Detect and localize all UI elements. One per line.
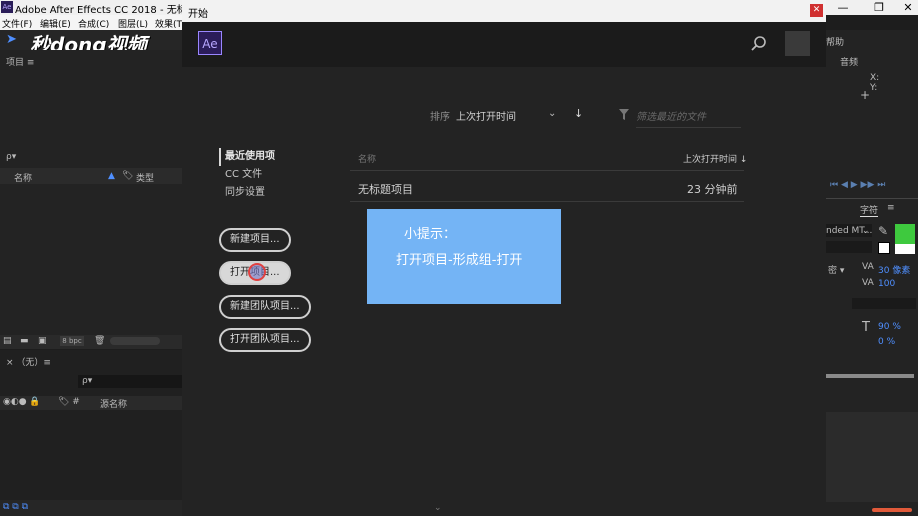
- eyedropper-icon[interactable]: ✎: [878, 224, 888, 238]
- tip-body: 打开项目-形成组-打开: [396, 253, 523, 268]
- recent-file-name[interactable]: 无标题项目: [358, 181, 413, 197]
- timeline-col-source-name[interactable]: 源名称: [100, 397, 127, 410]
- crosshair-icon: +: [860, 88, 871, 102]
- sort-arrow-icon: ↓: [739, 155, 748, 165]
- timeline-tab[interactable]: × （无）≡: [6, 355, 51, 368]
- search-icon[interactable]: [750, 35, 768, 53]
- info-x: X:: [870, 73, 880, 83]
- recent-file-time: 23 分钟前: [687, 183, 738, 196]
- tracking-value[interactable]: 30 像素: [878, 263, 910, 276]
- col-time-header[interactable]: 上次打开时间 ↓: [683, 152, 747, 165]
- timeline-footer-icons[interactable]: ⧉ ⧉ ⧉: [3, 502, 28, 512]
- folder-icon[interactable]: ▬: [20, 336, 29, 346]
- tag-icon[interactable]: 🏷: [122, 171, 133, 181]
- ae-logo: Ae: [198, 31, 222, 55]
- sort-select[interactable]: 上次打开时间: [456, 108, 516, 123]
- character-tab[interactable]: 字符: [860, 203, 879, 217]
- minimize-button[interactable]: —: [828, 0, 858, 15]
- stroke-color-swatch[interactable]: [895, 244, 915, 254]
- tip-overlay: 小提示： 打开项目-形成组-打开: [367, 209, 561, 304]
- zoom-slider[interactable]: [872, 508, 912, 512]
- sort-up-icon[interactable]: ▲: [108, 171, 115, 181]
- vertical-scale-value[interactable]: 90 %: [878, 322, 901, 332]
- dialog-nav: 最近使用项 CC 文件 同步设置: [219, 148, 275, 202]
- audio-panel-tab[interactable]: 音频: [840, 55, 858, 68]
- dialog-title: 开始: [188, 9, 208, 20]
- font-style-select[interactable]: [826, 241, 872, 253]
- fill-color-swatch[interactable]: [895, 224, 915, 244]
- dialog-close-button[interactable]: ✕: [810, 4, 823, 17]
- new-team-project-button[interactable]: 新建团队项目...: [219, 295, 311, 319]
- nav-sync-settings[interactable]: 同步设置: [219, 184, 275, 202]
- project-panel-title: 项目 ≡: [6, 58, 35, 68]
- right-scrollbar[interactable]: [826, 374, 914, 378]
- col-name-header[interactable]: 名称: [358, 152, 376, 165]
- selection-tool-icon[interactable]: ➤: [6, 32, 17, 47]
- menu-help[interactable]: 帮助: [826, 35, 844, 48]
- chevron-down-icon[interactable]: ⌄: [434, 503, 442, 513]
- tsume-value[interactable]: 0 %: [878, 337, 895, 347]
- tip-title: 小提示：: [404, 227, 457, 242]
- white-swatch[interactable]: [878, 242, 890, 254]
- playback-controls[interactable]: ⏮ ◀ ▶ ▶▶ ⏭: [830, 180, 885, 190]
- menu-effect[interactable]: 效果(T: [155, 17, 182, 30]
- filter-input[interactable]: 筛选最近的文件: [636, 108, 741, 128]
- font-dropdown-chevron-icon[interactable]: ⌄: [862, 226, 870, 236]
- project-panel: [0, 50, 182, 335]
- click-cursor-indicator: [248, 263, 266, 281]
- chevron-down-icon[interactable]: ⌄: [548, 108, 556, 119]
- panel-menu-icon[interactable]: ≡: [887, 203, 895, 213]
- sort-direction-icon[interactable]: ↓: [574, 107, 583, 120]
- stroke-style-select[interactable]: [852, 298, 916, 309]
- divider: [826, 198, 918, 199]
- new-project-button[interactable]: 新建项目...: [219, 228, 291, 252]
- label-icon[interactable]: 🏷 #: [58, 397, 80, 407]
- timeline-search-box[interactable]: [78, 375, 182, 388]
- project-search-icon[interactable]: ρ▾: [6, 152, 16, 162]
- right-lower-panel: [826, 412, 918, 502]
- open-team-project-button[interactable]: 打开团队项目...: [219, 328, 311, 352]
- col-time-label: 上次打开时间: [683, 155, 738, 165]
- new-comp-icon[interactable]: ▣: [38, 336, 47, 346]
- kerning-icon: VA: [862, 278, 874, 288]
- info-y: Y:: [870, 83, 878, 93]
- timeline-search-icon[interactable]: ρ▾: [82, 376, 92, 386]
- tool-bar: ➤ 秒dong视频: [0, 30, 182, 57]
- project-col-name[interactable]: 名称: [14, 171, 32, 184]
- vertical-scale-icon: T: [862, 320, 870, 335]
- nav-recent[interactable]: 最近使用项: [219, 148, 275, 166]
- user-avatar[interactable]: [785, 31, 810, 56]
- divider: [350, 170, 744, 171]
- kerning-label: 密 ▾: [828, 266, 845, 276]
- timeline-panel: [0, 350, 182, 500]
- filter-icon: [619, 109, 629, 120]
- project-col-type[interactable]: 类型: [136, 171, 154, 184]
- kerning-value[interactable]: 100: [878, 279, 895, 289]
- menu-file[interactable]: 文件(F): [2, 17, 32, 30]
- maximize-button[interactable]: ❐: [864, 0, 894, 15]
- interpret-footage-icon[interactable]: ▤: [3, 336, 12, 346]
- trash-icon[interactable]: 🗑: [94, 336, 105, 346]
- thumbnail-slider[interactable]: [110, 337, 160, 345]
- av-switches-icon[interactable]: ◉◐● 🔒: [3, 397, 41, 407]
- divider: [350, 201, 744, 202]
- tracking-icon: VA: [862, 262, 874, 272]
- dialog-header: [182, 22, 826, 67]
- close-button[interactable]: ✕: [893, 0, 918, 15]
- ae-app-icon: Ae: [1, 1, 13, 13]
- bpc-indicator[interactable]: 8 bpc: [60, 336, 84, 346]
- menu-bar: 文件(F) 编辑(E) 合成(C) 图层(L) 效果(T: [0, 15, 182, 30]
- dialog-titlebar: 开始: [182, 0, 826, 22]
- sort-label: 排序: [430, 112, 450, 123]
- nav-cc-files[interactable]: CC 文件: [219, 166, 275, 184]
